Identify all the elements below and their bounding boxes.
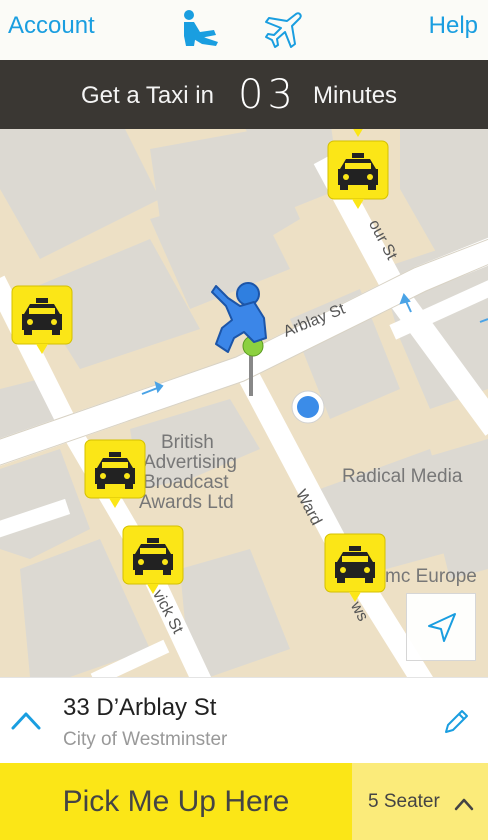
eta-minutes: 03 <box>238 72 297 118</box>
pick-me-up-button[interactable]: Pick Me Up Here <box>0 763 352 840</box>
taxi-pin-icon[interactable] <box>323 532 387 604</box>
map-view[interactable]: Arblay St our St Ward ws vick St British… <box>0 129 488 677</box>
top-nav-bar: Account Help <box>0 0 488 60</box>
airplane-icon[interactable] <box>262 8 306 52</box>
current-location-dot <box>291 390 325 424</box>
poi-label-line-2: Advertising <box>143 452 237 473</box>
location-arrow-icon <box>428 613 456 642</box>
poi-label-line-1: British <box>161 432 214 453</box>
person-hailing-icon[interactable] <box>178 8 222 52</box>
eta-suffix: Minutes <box>313 82 398 109</box>
seater-label: 5 Seater <box>368 791 440 812</box>
eta-banner: Get a Taxi in 03 Minutes <box>0 60 488 129</box>
poi-label-line-4: Awards Ltd <box>139 492 234 513</box>
poi-label-line-3: Broadcast <box>143 472 229 493</box>
pickup-area: City of Westminster <box>63 729 228 750</box>
pickup-pin-icon[interactable] <box>206 276 286 400</box>
help-link[interactable]: Help <box>429 12 478 40</box>
account-link[interactable]: Account <box>8 12 95 40</box>
seater-selector-button[interactable]: 5 Seater <box>352 763 488 840</box>
poi-label-radical-media: Radical Media <box>342 466 463 487</box>
taxi-pin-icon[interactable] <box>10 284 74 356</box>
taxi-pin-icon[interactable] <box>326 139 390 211</box>
taxi-pin-icon[interactable] <box>121 524 185 596</box>
poi-label-mc-europe: mc Europe <box>385 566 477 587</box>
pencil-icon[interactable] <box>440 706 472 738</box>
chevron-up-icon[interactable] <box>10 706 42 734</box>
taxi-pin-icon[interactable] <box>326 129 390 139</box>
pickup-address-panel[interactable]: 33 D’Arblay St City of Westminster <box>0 677 488 763</box>
chevron-up-icon <box>454 798 474 811</box>
taxi-pin-icon[interactable] <box>83 438 147 510</box>
pickup-street: 33 D’Arblay St <box>63 694 217 721</box>
eta-prefix: Get a Taxi in <box>81 82 214 109</box>
locate-me-button[interactable] <box>406 593 476 661</box>
